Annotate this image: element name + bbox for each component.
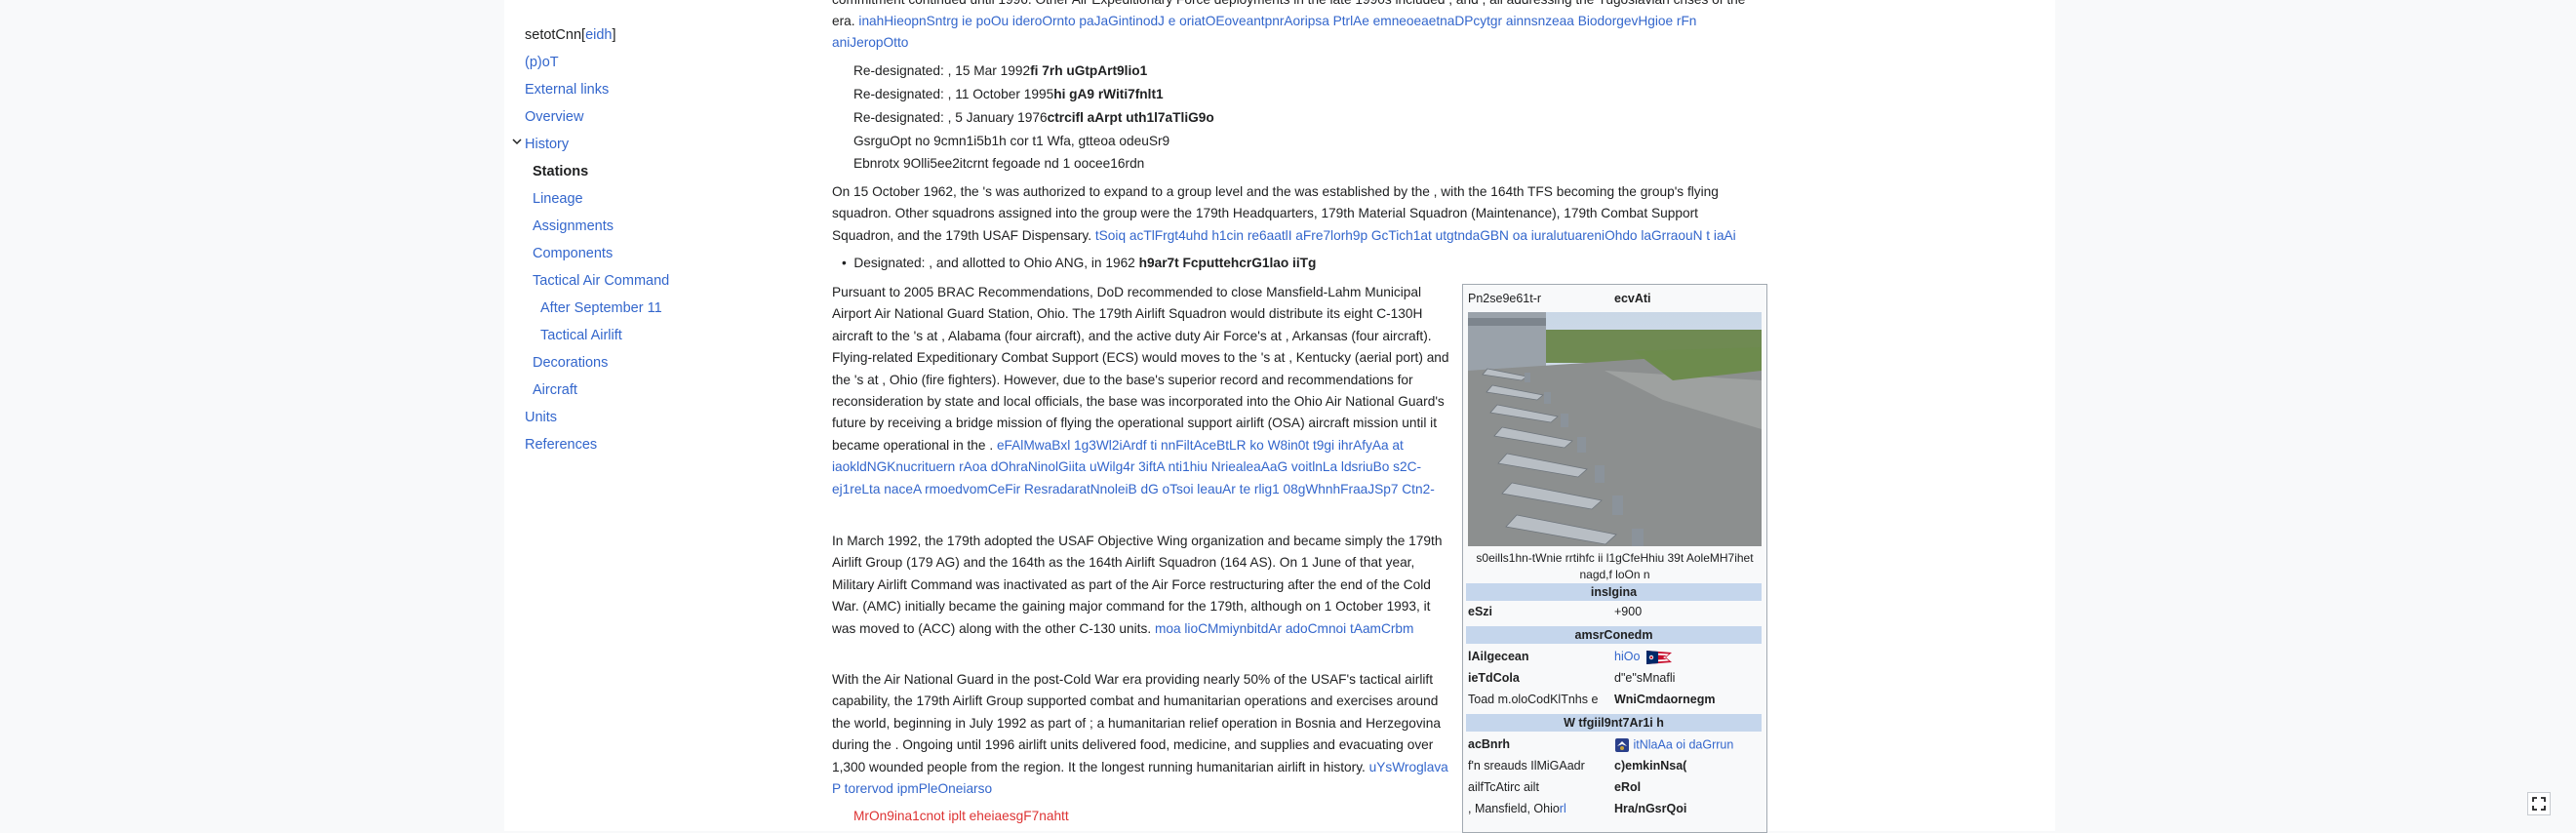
toc-item-aircraft[interactable]: Aircraft xyxy=(533,382,577,398)
fullscreen-button[interactable] xyxy=(2527,792,2551,815)
toc-item-overview[interactable]: Overview xyxy=(525,109,583,125)
infobox: Pn2se9e61t-r ecvAti s0eills1hn-tWnie rrt… xyxy=(1462,284,1767,833)
infobox-section-header: insIgina xyxy=(1466,583,1762,601)
infobox-section-header: W tfgiil9nt7Ar1i h xyxy=(1466,714,1762,732)
photo-caption: s0eills1hn-tWnie rrtihfc ii l1gCfeHhiu 3… xyxy=(1476,551,1754,581)
toc-item-tactical-air-command[interactable]: Tactical Air Command xyxy=(533,273,669,289)
toc-item-decorations[interactable]: Decorations xyxy=(533,355,608,371)
toc-item-references[interactable]: References xyxy=(525,437,597,453)
ohio-link[interactable]: hiOo xyxy=(1614,650,1640,663)
toc-item-lineage[interactable]: Lineage xyxy=(533,191,583,207)
toc-hide-link[interactable]: eidh xyxy=(585,27,612,43)
toc-item-top[interactable]: (p)oT xyxy=(525,55,559,70)
list-item: • Designated: , and allotted to Ohio ANG… xyxy=(842,256,1317,270)
bullet-icon: • xyxy=(842,256,847,270)
page-container: setotCnn[eidh] (p)oT External links Over… xyxy=(504,0,2055,833)
inline-link[interactable]: moa lioCMmiynbitdAr adoCmnoi tAamCrbm xyxy=(1155,621,1413,636)
redesignation-line: Re-designated: , 11 October 1995hi gA9 r… xyxy=(853,87,1164,101)
inline-link[interactable]: inahHieopnSntrg ie poOu ideroOrnto paJaG… xyxy=(858,14,1696,28)
aircraft-photo[interactable] xyxy=(1468,312,1762,546)
table-of-contents: setotCnn[eidh] (p)oT External links Over… xyxy=(504,0,797,831)
paragraph-text: era. inahHieopnSntrg ie poOu ideroOrnto … xyxy=(832,14,1697,28)
ohio-flag-icon xyxy=(1645,650,1672,664)
toc-contents-label: setotCnn xyxy=(525,27,582,43)
inline-link[interactable]: aniJeropOtto xyxy=(832,32,908,54)
toc-item-external-links[interactable]: External links xyxy=(525,82,609,98)
toc-item-history[interactable]: History xyxy=(512,137,569,152)
paragraph-1962: On 15 October 1962, the 's was authorize… xyxy=(832,184,1736,243)
paragraph-text: commitment continued until 1996. Other A… xyxy=(832,0,1788,11)
chevron-down-icon[interactable] xyxy=(511,136,523,150)
toc-history-label[interactable]: History xyxy=(525,137,569,152)
paragraph-march-1992: In March 1992, the 179th adopted the USA… xyxy=(832,534,1443,636)
air-national-guard-link[interactable]: itNlaAa oi daGrrun xyxy=(1633,737,1733,751)
ang-emblem-icon xyxy=(1614,737,1633,752)
redesignation-line: Re-designated: , 5 January 1976ctrcifl a… xyxy=(853,110,1214,125)
toc-item-components[interactable]: Components xyxy=(533,246,613,261)
lineage-line: GsrguOpt no 9cmn1i5b1h cor t1 Wfa, gtteo… xyxy=(853,134,1170,148)
red-link[interactable]: MrOn9ina1cnot iplt eheiaesgF7nahtt xyxy=(853,806,1069,827)
paragraph-brac: Pursuant to 2005 BRAC Recommendations, D… xyxy=(832,285,1449,496)
fullscreen-icon[interactable] xyxy=(2527,792,2551,815)
inline-link[interactable]: tSoiq acTlFrgt4uhd h1cin re6aatlI aFre7l… xyxy=(1095,228,1736,243)
toc-item-units[interactable]: Units xyxy=(525,410,557,425)
lineage-line: Ebnrotx 9Olli5ee2itcrnt fegoade nd 1 ooc… xyxy=(853,156,1145,171)
toc-title: setotCnn[eidh] xyxy=(525,27,616,43)
infobox-section-header: amsrConedm xyxy=(1466,626,1762,644)
toc-item-tactical-airlift[interactable]: Tactical Airlift xyxy=(540,328,622,343)
toc-item-after-september-11[interactable]: After September 11 xyxy=(540,300,662,316)
redesignation-line: Re-designated: , 15 Mar 1992fi 7rh uGtpA… xyxy=(853,63,1148,78)
toc-item-assignments[interactable]: Assignments xyxy=(533,218,614,234)
mansfield-link[interactable]: rl xyxy=(1560,802,1566,815)
paragraph-post-cold-war: With the Air National Guard in the post-… xyxy=(832,672,1448,797)
toc-item-stations[interactable]: Stations xyxy=(533,164,588,179)
